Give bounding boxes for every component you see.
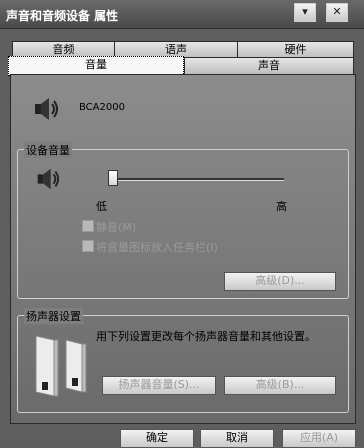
speaker-settings-description: 用下列设置更改每个扬声器音量和其他设置。	[96, 330, 316, 343]
tray-icon-label: 将音量图标放入任务栏(I)	[96, 241, 218, 254]
device-volume-label: 设备音量	[24, 142, 72, 158]
chevron-down-icon: ▾	[302, 5, 308, 18]
tab-volume-label: 音量	[85, 58, 107, 71]
close-icon: ✕	[332, 5, 342, 18]
mute-checkbox[interactable]	[82, 220, 94, 232]
tab-volume[interactable]: 音量	[8, 56, 184, 76]
tab-voice-label: 语声	[165, 43, 187, 56]
title-bar: 声音和音频设备 属性 ▾ ✕	[0, 0, 364, 29]
device-name: BCA2000	[79, 102, 125, 113]
speaker-icon	[35, 98, 58, 120]
cancel-button[interactable]: 取消	[200, 429, 274, 448]
close-button[interactable]: ✕	[326, 3, 348, 22]
cancel-label: 取消	[226, 431, 248, 444]
mute-label: 静音(M)	[96, 221, 137, 234]
tab-sounds[interactable]: 声音	[184, 57, 354, 74]
minimize-button[interactable]: ▾	[294, 3, 316, 22]
ok-button[interactable]: 确定	[120, 429, 194, 448]
tab-audio-label: 音频	[52, 43, 75, 56]
footer-bar: 确定 取消 应用(A)	[0, 425, 364, 448]
high-label: 高	[276, 200, 287, 213]
speaker-advanced-button[interactable]: 高级(B)...	[224, 376, 336, 395]
speaker-volume-label: 扬声器音量(S)...	[118, 378, 200, 391]
advanced-volume-button[interactable]: 高级(D)...	[224, 272, 336, 291]
ok-label: 确定	[146, 431, 168, 444]
speakers-icon	[35, 335, 87, 397]
apply-label: 应用(A)	[299, 431, 339, 444]
tab-sounds-label: 声音	[258, 59, 280, 72]
volume-slider-thumb[interactable]	[108, 170, 118, 186]
tab-hardware-label: 硬件	[284, 43, 307, 56]
low-label: 低	[96, 200, 107, 213]
tray-icon-checkbox[interactable]	[82, 240, 94, 252]
device-volume-group: 设备音量 低 高 静音(M) 将音量图标放入任务栏(I) 高级(D)...	[17, 142, 349, 299]
volume-speaker-icon	[37, 168, 60, 190]
apply-button[interactable]: 应用(A)	[282, 429, 356, 448]
tab-hardware[interactable]: 硬件	[237, 41, 354, 58]
advanced-volume-label: 高级(D)...	[255, 274, 305, 287]
speaker-advanced-label: 高级(B)...	[255, 378, 305, 391]
window-title: 声音和音频设备 属性	[6, 9, 119, 23]
speaker-settings-group: 扬声器设置 用下列设置更改每个扬声器音量和其他设置。 扬声器音量(S)... 高…	[17, 308, 349, 413]
speaker-settings-label: 扬声器设置	[24, 308, 83, 324]
volume-slider-track[interactable]	[108, 178, 284, 181]
volume-panel: BCA2000 设备音量 低 高 静音(M) 将音量图标放入任务栏(I) 高级(…	[10, 74, 356, 424]
speaker-volume-button[interactable]: 扬声器音量(S)...	[102, 376, 216, 395]
